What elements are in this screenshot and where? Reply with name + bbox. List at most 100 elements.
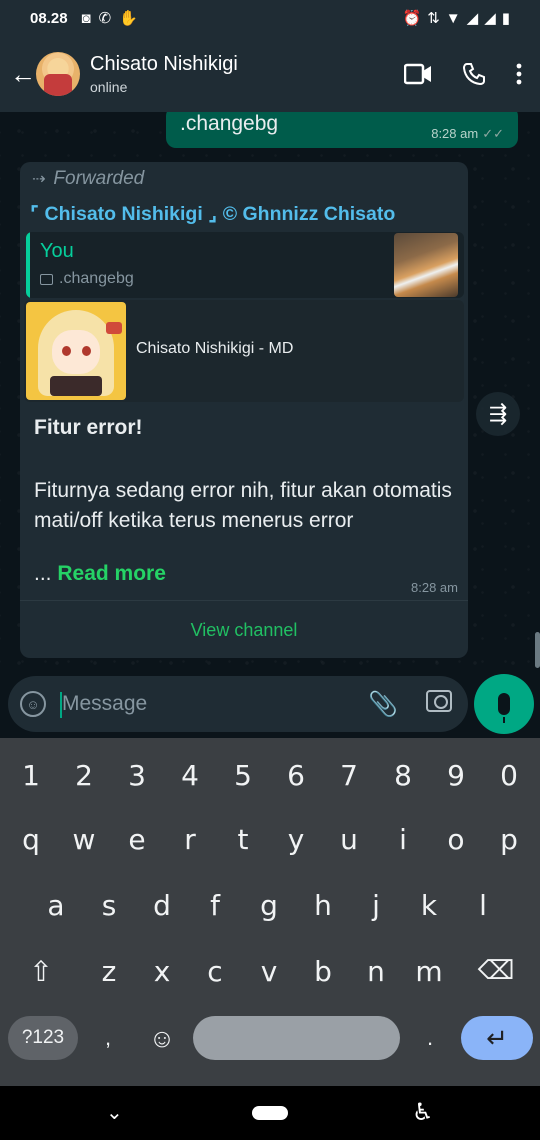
ellipsis: ... <box>34 562 52 585</box>
key-y[interactable]: y <box>271 806 321 872</box>
preview-image <box>26 302 126 400</box>
key-2[interactable]: 2 <box>59 742 109 808</box>
message-time: 8:28 am <box>431 126 479 141</box>
key-d[interactable]: d <box>137 872 187 938</box>
key-v[interactable]: v <box>244 938 294 1004</box>
key-p[interactable]: p <box>484 806 534 872</box>
letter-row-1: q w e r t y u i o p <box>0 806 540 872</box>
contact-name: Chisato Nishikigi <box>90 53 238 75</box>
quoted-message[interactable]: You .changebg <box>26 232 464 298</box>
bottom-row: ?123 , ☺ . ↵ <box>0 1006 540 1072</box>
hide-keyboard-icon[interactable]: ⌄ <box>106 1100 123 1125</box>
period-key[interactable]: . <box>410 1016 450 1060</box>
key-k[interactable]: k <box>404 872 454 938</box>
accessibility-icon[interactable]: ♿ <box>412 1098 434 1127</box>
image-icon <box>40 273 53 285</box>
voice-call-icon[interactable] <box>462 62 486 86</box>
forwarded-icon: ⇢ <box>32 171 46 188</box>
shift-icon[interactable]: ⇧ <box>12 938 70 1004</box>
key-e[interactable]: e <box>112 806 162 872</box>
divider <box>20 600 468 601</box>
status-bar: 08.28 ◙ ✆ ✋ ⏰ ⇅ ▼ ◢ ◢ ▮ <box>0 0 540 36</box>
message-input[interactable] <box>60 684 340 724</box>
outgoing-message[interactable]: .changebg 8:28 am ✓✓ <box>166 112 518 148</box>
message-heading: Fitur error! <box>34 416 143 439</box>
read-ticks-icon: ✓✓ <box>482 126 504 141</box>
key-q[interactable]: q <box>6 806 56 872</box>
quote-author: You <box>40 240 74 262</box>
instagram-icon: ◙ <box>81 9 91 27</box>
key-o[interactable]: o <box>431 806 481 872</box>
key-w[interactable]: w <box>59 806 109 872</box>
link-preview[interactable]: Chisato Nishikigi - MD <box>24 300 464 402</box>
space-bar[interactable] <box>193 1016 400 1060</box>
emoji-sticker-icon[interactable]: ☺ <box>20 691 46 717</box>
mic-button[interactable] <box>474 674 534 734</box>
contact-status: online <box>90 79 128 95</box>
battery-icon: ▮ <box>501 10 510 27</box>
channel-name[interactable]: ⌜ Chisato Nishikigi ⌟ © Ghnnizz Chisato <box>30 202 395 226</box>
keyboard: 1 2 3 4 5 6 7 8 9 0 q w e r t y u i o p … <box>0 738 540 1086</box>
forward-share-icon[interactable]: ⇶ <box>476 392 520 436</box>
key-0[interactable]: 0 <box>484 742 534 808</box>
emoji-key-icon[interactable]: ☺ <box>140 1016 184 1060</box>
key-z[interactable]: z <box>84 938 134 1004</box>
key-7[interactable]: 7 <box>324 742 374 808</box>
key-i[interactable]: i <box>378 806 428 872</box>
key-1[interactable]: 1 <box>6 742 56 808</box>
key-5[interactable]: 5 <box>218 742 268 808</box>
quote-bar <box>26 232 30 298</box>
key-3[interactable]: 3 <box>112 742 162 808</box>
read-more-line: ... Read more <box>34 562 166 586</box>
comma-key[interactable]: , <box>88 1016 128 1060</box>
key-r[interactable]: r <box>165 806 215 872</box>
key-x[interactable]: x <box>137 938 187 1004</box>
key-t[interactable]: t <box>218 806 268 872</box>
key-f[interactable]: f <box>190 872 240 938</box>
key-b[interactable]: b <box>298 938 348 1004</box>
mic-icon <box>498 693 510 723</box>
contact-info[interactable]: Chisato Nishikigi online <box>90 53 238 95</box>
video-call-icon[interactable] <box>404 63 432 85</box>
message-time: 8:28 am <box>411 580 458 595</box>
key-a[interactable]: a <box>31 872 81 938</box>
avatar[interactable] <box>36 52 80 96</box>
letter-row-2: a s d f g h j k l <box>0 872 540 938</box>
backspace-icon[interactable]: ⌫ <box>466 938 526 1004</box>
signal-icon: ◢ <box>466 10 479 27</box>
enter-key-icon[interactable]: ↵ <box>461 1016 533 1060</box>
message-field[interactable]: ☺ 📎 <box>8 676 468 732</box>
key-s[interactable]: s <box>84 872 134 938</box>
key-h[interactable]: h <box>298 872 348 938</box>
key-8[interactable]: 8 <box>378 742 428 808</box>
quote-text: .changebg <box>40 270 134 288</box>
chat-header: ← Chisato Nishikigi online <box>0 36 540 112</box>
key-9[interactable]: 9 <box>431 742 481 808</box>
key-4[interactable]: 4 <box>165 742 215 808</box>
preview-title: Chisato Nishikigi - MD <box>136 340 294 357</box>
quote-thumbnail <box>394 233 458 297</box>
key-n[interactable]: n <box>351 938 401 1004</box>
read-more-link[interactable]: Read more <box>57 562 166 585</box>
forwarded-label: ⇢ Forwarded <box>32 168 145 189</box>
back-arrow-icon[interactable]: ← <box>10 59 36 90</box>
key-c[interactable]: c <box>190 938 240 1004</box>
camera-icon[interactable] <box>426 690 452 712</box>
scrollbar[interactable] <box>535 632 540 668</box>
key-l[interactable]: l <box>458 872 508 938</box>
home-pill[interactable] <box>252 1106 288 1120</box>
alarm-icon: ⏰ <box>402 10 422 27</box>
view-channel-button[interactable]: View channel <box>20 602 468 658</box>
chat-area[interactable]: .changebg 8:28 am ✓✓ ⇢ Forwarded ⌜ Chisa… <box>0 112 540 672</box>
key-j[interactable]: j <box>351 872 401 938</box>
key-m[interactable]: m <box>404 938 454 1004</box>
incoming-message[interactable]: ⇢ Forwarded ⌜ Chisato Nishikigi ⌟ © Ghnn… <box>20 162 468 658</box>
key-u[interactable]: u <box>324 806 374 872</box>
attach-paperclip-icon[interactable]: 📎 <box>368 690 398 719</box>
key-6[interactable]: 6 <box>271 742 321 808</box>
message-text: .changebg <box>180 112 279 135</box>
symbols-key[interactable]: ?123 <box>8 1016 78 1060</box>
more-options-icon[interactable] <box>516 63 522 85</box>
key-g[interactable]: g <box>244 872 294 938</box>
message-body: Fiturnya sedang error nih, fitur akan ot… <box>34 479 452 532</box>
